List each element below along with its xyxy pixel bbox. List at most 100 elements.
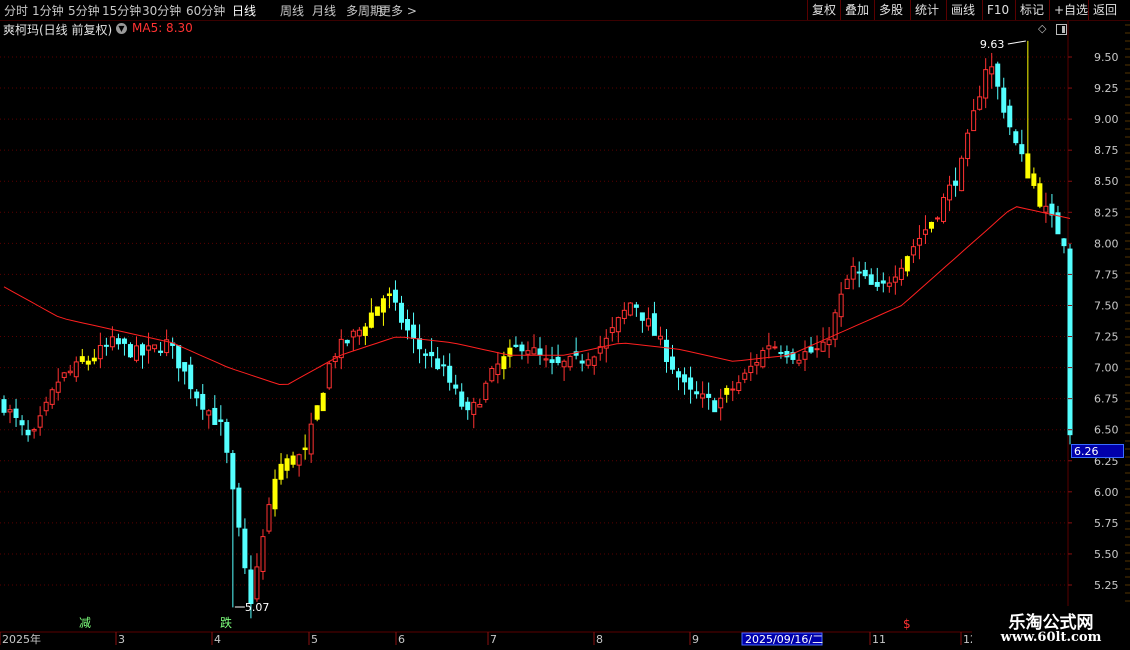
candle bbox=[573, 337, 579, 360]
settings-circle-icon[interactable]: ▼ bbox=[116, 23, 127, 34]
tab-10[interactable]: 更多 > bbox=[379, 2, 417, 19]
candle bbox=[826, 327, 832, 358]
candle bbox=[579, 354, 585, 372]
toolbar-button-3[interactable]: 统计 bbox=[910, 0, 946, 20]
toolbar-button-1[interactable]: 叠加 bbox=[840, 0, 874, 20]
candle bbox=[802, 340, 808, 372]
candle bbox=[941, 193, 947, 224]
candle bbox=[910, 239, 916, 264]
candle bbox=[712, 397, 718, 413]
candle bbox=[356, 327, 362, 345]
candle bbox=[368, 298, 374, 329]
toolbar-button-4[interactable]: 画线 bbox=[946, 0, 982, 20]
price-tick-label: 6.75 bbox=[1094, 393, 1119, 406]
candle bbox=[874, 267, 880, 291]
candle bbox=[447, 353, 453, 391]
signal-label: $ bbox=[903, 617, 911, 631]
current-price-tag: 6.26 bbox=[1071, 444, 1124, 458]
candle bbox=[31, 427, 37, 439]
candle bbox=[880, 272, 886, 293]
tab-9[interactable]: 多周期 bbox=[346, 2, 382, 19]
candle bbox=[513, 336, 519, 348]
toolbar-button-2[interactable]: 多股 bbox=[874, 0, 910, 20]
candle bbox=[1043, 192, 1049, 223]
candle bbox=[266, 497, 272, 534]
candle bbox=[284, 454, 290, 479]
candle bbox=[904, 255, 910, 277]
candle bbox=[989, 52, 995, 89]
candle bbox=[965, 129, 971, 167]
candle bbox=[302, 434, 308, 460]
toolbar-button-0[interactable]: 复权 bbox=[807, 0, 840, 20]
price-tick-label: 7.75 bbox=[1094, 268, 1119, 281]
price-tick-label: 5.50 bbox=[1094, 548, 1119, 561]
tab-3[interactable]: 15分钟 bbox=[102, 2, 141, 19]
candle bbox=[983, 58, 989, 109]
tab-7[interactable]: 周线 bbox=[280, 2, 304, 19]
toolbar-button-6[interactable]: 标记 bbox=[1015, 0, 1049, 20]
date-tick-label: 11 bbox=[872, 633, 886, 646]
candle bbox=[977, 85, 983, 111]
candle bbox=[435, 346, 441, 371]
date-tick-label: 7 bbox=[490, 633, 497, 646]
tab-0[interactable]: 分时 bbox=[4, 2, 28, 19]
date-tick-label: 3 bbox=[118, 633, 125, 646]
date-tick-label: 5 bbox=[311, 633, 318, 646]
candle bbox=[1025, 40, 1031, 179]
candle bbox=[537, 337, 543, 365]
candle bbox=[1, 395, 7, 416]
candle bbox=[158, 341, 164, 356]
price-tick-label: 7.25 bbox=[1094, 331, 1119, 344]
price-tick-label: 9.25 bbox=[1094, 82, 1119, 95]
period-toolbar: 分时 1分钟 5分钟 15分钟 30分钟 60分钟 日线 周线 月线 多周期 更多 > 复权 叠加 多股统… bbox=[0, 0, 1130, 21]
candle bbox=[182, 362, 188, 385]
tab-4[interactable]: 30分钟 bbox=[142, 2, 181, 19]
tab-8[interactable]: 月线 bbox=[312, 2, 336, 19]
candle bbox=[1037, 177, 1043, 209]
candle bbox=[1061, 237, 1067, 254]
candle bbox=[49, 387, 55, 409]
stock-title: 爽柯玛(日线 前复权) bbox=[3, 23, 113, 37]
candle bbox=[688, 366, 694, 404]
candlestick-chart[interactable]: 9.50 9.25 9.00 8.75 8.50 8.25 8.00 7.75 7.50 7.25… bbox=[0, 0, 1130, 650]
candle bbox=[844, 274, 850, 290]
toolbar-button-5[interactable]: F10 bbox=[982, 0, 1015, 20]
expand-panel-icon[interactable] bbox=[1056, 24, 1067, 35]
candle bbox=[736, 375, 742, 395]
date-tick-label: 2025年 bbox=[2, 632, 41, 646]
candle bbox=[627, 302, 633, 317]
candle bbox=[13, 398, 19, 427]
candle bbox=[61, 371, 67, 382]
candle bbox=[471, 397, 477, 429]
candle bbox=[916, 225, 922, 260]
price-axis: 9.50 9.25 9.00 8.75 8.50 8.25 8.00 7.75 7.50 7.25… bbox=[1068, 24, 1130, 626]
candle bbox=[730, 381, 736, 402]
annotations: 9.63 5.07 减 跌 $ bbox=[79, 38, 1026, 631]
price-tick-label: 8.75 bbox=[1094, 144, 1119, 157]
date-tick-label: 4 bbox=[214, 633, 221, 646]
candle bbox=[609, 317, 615, 342]
candle bbox=[176, 345, 182, 382]
watermark-url: www.60lt.com bbox=[1000, 630, 1102, 645]
toolbar-button-8[interactable]: 返回 bbox=[1088, 0, 1130, 20]
candle bbox=[152, 344, 158, 353]
ma5-line bbox=[3, 206, 1071, 386]
tab-2[interactable]: 5分钟 bbox=[68, 2, 100, 19]
candle bbox=[374, 306, 380, 316]
candle bbox=[398, 295, 404, 330]
candle bbox=[224, 418, 230, 464]
candle bbox=[567, 355, 573, 371]
candle bbox=[489, 365, 495, 383]
candle bbox=[242, 518, 248, 575]
tab-5[interactable]: 60分钟 bbox=[186, 2, 225, 19]
candle bbox=[832, 309, 838, 348]
candle bbox=[772, 340, 778, 350]
tab-1[interactable]: 1分钟 bbox=[32, 2, 64, 19]
candle bbox=[645, 307, 651, 331]
tab-6[interactable]: 日线 bbox=[232, 2, 256, 19]
toolbar-button-7[interactable]: +自选 bbox=[1049, 0, 1088, 20]
candle bbox=[971, 98, 977, 132]
signal-label: 减 bbox=[79, 616, 91, 630]
diamond-icon[interactable]: ◇ bbox=[1038, 23, 1048, 34]
price-tick-label: 8.25 bbox=[1094, 206, 1119, 219]
